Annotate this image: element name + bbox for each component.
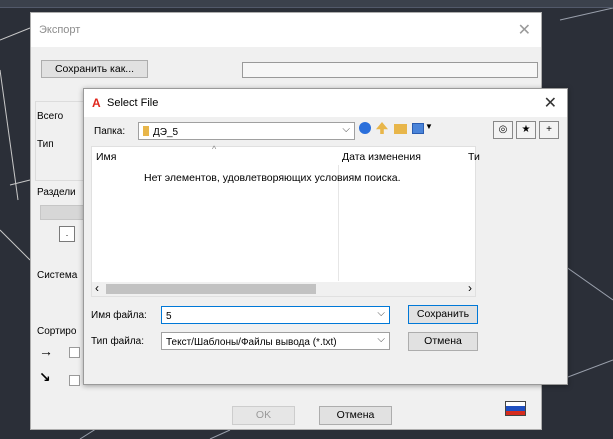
export-title-bar: Экспорт ✕ [31, 13, 541, 47]
search-icon[interactable]: ◎ [493, 121, 513, 139]
folder-icon [143, 126, 149, 136]
type-label: Тип [37, 139, 54, 150]
empty-message: Нет элементов, удовлетворяющих условиям … [144, 172, 401, 184]
select-file-title: Select File [107, 97, 159, 109]
sort-checkbox-2[interactable] [69, 375, 80, 386]
app-top-bar [0, 0, 613, 8]
sort-up-icon: ^ [212, 144, 217, 154]
system-label: Система [37, 270, 78, 281]
folder-dropdown[interactable]: ДЭ_5 ⌵ [138, 122, 355, 140]
arrow-diagonal-icon: ↘ [39, 369, 51, 385]
split-label: Раздели [37, 187, 76, 198]
scroll-right-icon[interactable]: › [468, 281, 472, 295]
filetype-chevron-down-icon: ⌵ [377, 334, 385, 345]
save-as-button[interactable]: Сохранить как... [41, 60, 148, 78]
filename-value: 5 [166, 311, 172, 322]
autocad-logo-icon: A [92, 96, 101, 110]
sort-label: Сортиро [37, 326, 77, 337]
favorites-icon[interactable]: ★ [516, 121, 536, 139]
select-file-close-icon[interactable]: ✕ [544, 93, 557, 113]
back-icon[interactable] [359, 122, 371, 134]
new-folder-icon[interactable] [394, 124, 407, 134]
column-name[interactable]: Имя [96, 151, 116, 163]
filetype-dropdown[interactable]: Текст/Шаблоны/Файлы вывода (*.txt) ⌵ [161, 332, 390, 350]
horizontal-scrollbar[interactable]: ‹ › [92, 281, 475, 296]
filename-input[interactable]: 5 ⌵ [161, 306, 390, 324]
file-list[interactable]: Имя ^ Дата изменения Ти Нет элементов, у… [91, 144, 480, 297]
select-file-title-bar: A Select File ✕ [84, 89, 567, 117]
ok-button[interactable]: OK [232, 406, 295, 425]
russian-flag-icon [505, 401, 526, 416]
filetype-label: Тип файла: [91, 336, 144, 347]
select-file-cancel-button[interactable]: Отмена [408, 332, 478, 351]
scroll-thumb[interactable] [106, 284, 316, 294]
scroll-left-icon[interactable]: ‹ [95, 281, 99, 295]
column-date[interactable]: Дата изменения [342, 151, 421, 163]
filetype-value: Текст/Шаблоны/Файлы вывода (*.txt) [166, 337, 337, 348]
export-title: Экспорт [39, 24, 81, 36]
export-cancel-button[interactable]: Отмена [319, 406, 392, 425]
views-icon[interactable] [412, 123, 424, 134]
add-favorite-icon[interactable]: + [539, 121, 559, 139]
views-dropdown-icon[interactable]: ▼ [425, 122, 433, 131]
save-button[interactable]: Сохранить [408, 305, 478, 324]
chevron-down-icon: ⌵ [342, 124, 350, 135]
select-file-dialog: A Select File ✕ Папка: ДЭ_5 ⌵ ▼ ◎ ★ + Им… [83, 88, 568, 385]
split-small-button[interactable]: . [59, 226, 75, 242]
column-type[interactable]: Ти [468, 151, 480, 163]
filename-label: Имя файла: [91, 310, 147, 321]
save-path-field [242, 62, 538, 78]
up-folder-icon[interactable] [376, 122, 388, 134]
export-close-icon[interactable]: ✕ [518, 20, 531, 40]
filename-chevron-down-icon[interactable]: ⌵ [377, 308, 385, 319]
folder-label: Папка: [94, 126, 126, 137]
sort-checkbox-1[interactable] [69, 347, 80, 358]
arrow-right-icon: → [39, 343, 53, 359]
folder-value: ДЭ_5 [153, 127, 179, 138]
